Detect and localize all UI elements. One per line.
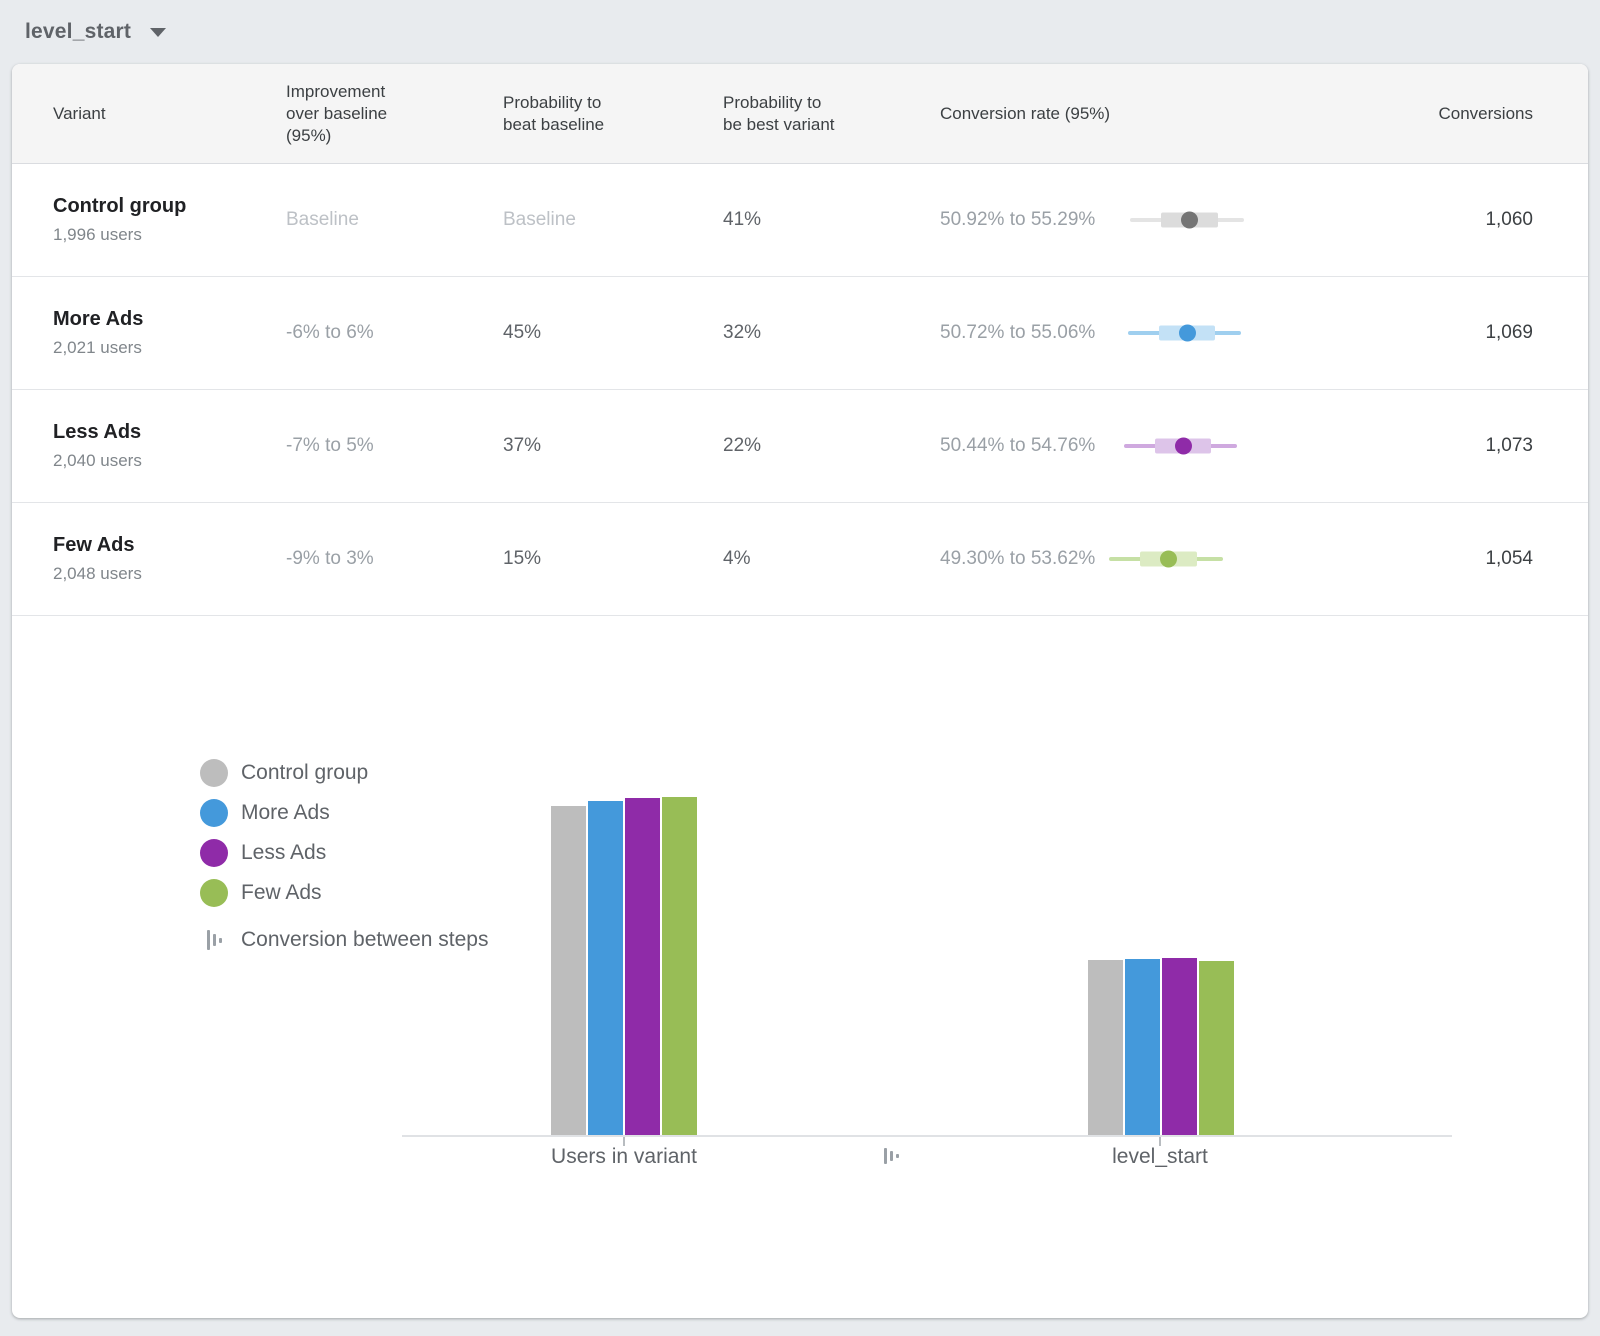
prob-best-value: 4% <box>723 548 940 570</box>
bar-more-ads-level-start <box>1125 959 1160 1135</box>
confidence-interval-viz <box>1104 549 1264 569</box>
chevron-down-icon <box>150 28 166 37</box>
col-header-variant: Variant <box>53 103 286 125</box>
conversion-rate-text: 49.30% to 53.62% <box>940 548 1104 570</box>
variant-users: 2,021 users <box>53 338 286 358</box>
col-header-prob-beat: Probability to beat baseline <box>503 92 623 136</box>
conversion-rate-text: 50.44% to 54.76% <box>940 435 1104 457</box>
prob-beat-value: 15% <box>503 548 723 570</box>
bar-less-ads-users-in-variant <box>625 798 660 1135</box>
confidence-interval-viz <box>1104 436 1264 456</box>
variant-name: More Ads <box>53 308 286 331</box>
table-row: Less Ads 2,040 users -7% to 5% 37% 22% 5… <box>12 390 1588 503</box>
x-axis-label-users-in-variant: Users in variant <box>551 1145 697 1169</box>
bar-control-group-users-in-variant <box>551 806 586 1135</box>
x-axis-line <box>402 1135 1452 1137</box>
experiment-results-card: Variant Improvement over baseline (95%) … <box>12 64 1588 1318</box>
bar-group-0 <box>551 797 697 1135</box>
table-row: Control group 1,996 users Baseline Basel… <box>12 164 1588 277</box>
legend-item-more-ads: More Ads <box>200 793 488 833</box>
bar-few-ads-level-start <box>1199 961 1234 1135</box>
prob-beat-value: Baseline <box>503 209 723 231</box>
bar-less-ads-level-start <box>1162 958 1197 1135</box>
conversions-value: 1,069 <box>1302 322 1533 344</box>
variant-name: Few Ads <box>53 534 286 557</box>
conversion-between-steps-icon <box>207 930 222 950</box>
col-header-improvement: Improvement over baseline (95%) <box>286 81 411 147</box>
prob-best-value: 22% <box>723 435 940 457</box>
ci-point-dot <box>1179 325 1196 342</box>
prob-best-value: 41% <box>723 209 940 231</box>
bar-few-ads-users-in-variant <box>662 797 697 1135</box>
col-header-conversion-rate: Conversion rate (95%) <box>940 103 1302 125</box>
conversions-value: 1,073 <box>1302 435 1533 457</box>
ci-point-dot <box>1160 551 1177 568</box>
improvement-value: -6% to 6% <box>286 322 503 344</box>
variant-users: 2,048 users <box>53 564 286 584</box>
legend-swatch-icon <box>200 759 228 787</box>
bar-control-group-level-start <box>1088 960 1123 1135</box>
prob-beat-value: 37% <box>503 435 723 457</box>
x-axis-label-level-start: level_start <box>1112 1145 1208 1169</box>
prob-beat-value: 45% <box>503 322 723 344</box>
legend-item-less-ads: Less Ads <box>200 833 488 873</box>
legend-item-conversion-between-steps: Conversion between steps <box>200 920 488 960</box>
metric-selector-label: level_start <box>25 20 131 44</box>
conversions-value: 1,060 <box>1302 209 1533 231</box>
conversion-rate-text: 50.92% to 55.29% <box>940 209 1104 231</box>
variant-name: Control group <box>53 195 286 218</box>
legend-swatch-icon <box>200 799 228 827</box>
funnel-chart: Control group More Ads Less Ads Few Ads Conv… <box>12 617 1588 1318</box>
improvement-value: -7% to 5% <box>286 435 503 457</box>
legend-swatch-icon <box>200 879 228 907</box>
bar-group-1 <box>1088 958 1234 1135</box>
bar-more-ads-users-in-variant <box>588 801 623 1135</box>
legend-label: Control group <box>241 761 368 785</box>
ci-point-dot <box>1181 212 1198 229</box>
table-row: More Ads 2,021 users -6% to 6% 45% 32% 5… <box>12 277 1588 390</box>
variant-users: 1,996 users <box>53 225 286 245</box>
col-header-prob-best: Probability to be best variant <box>723 92 843 136</box>
legend-label: More Ads <box>241 801 330 825</box>
chart-legend: Control group More Ads Less Ads Few Ads Conv… <box>200 753 488 960</box>
legend-label: Few Ads <box>241 881 322 905</box>
results-table-header: Variant Improvement over baseline (95%) … <box>12 64 1588 164</box>
toolbar: level_start <box>0 0 1600 64</box>
metric-selector-dropdown[interactable]: level_start <box>25 20 166 44</box>
confidence-interval-viz <box>1104 210 1264 230</box>
legend-label: Less Ads <box>241 841 326 865</box>
table-row: Few Ads 2,048 users -9% to 3% 15% 4% 49.… <box>12 503 1588 616</box>
legend-label: Conversion between steps <box>241 928 488 952</box>
legend-swatch-icon <box>200 839 228 867</box>
improvement-value: -9% to 3% <box>286 548 503 570</box>
variant-name: Less Ads <box>53 421 286 444</box>
improvement-value: Baseline <box>286 209 503 231</box>
legend-item-few-ads: Few Ads <box>200 873 488 913</box>
conversion-rate-text: 50.72% to 55.06% <box>940 322 1104 344</box>
col-header-conversions: Conversions <box>1302 103 1533 125</box>
ci-point-dot <box>1175 438 1192 455</box>
conversion-between-steps-icon <box>884 1148 899 1164</box>
prob-best-value: 32% <box>723 322 940 344</box>
conversions-value: 1,054 <box>1302 548 1533 570</box>
variant-users: 2,040 users <box>53 451 286 471</box>
confidence-interval-viz <box>1104 323 1264 343</box>
legend-item-control-group: Control group <box>200 753 488 793</box>
